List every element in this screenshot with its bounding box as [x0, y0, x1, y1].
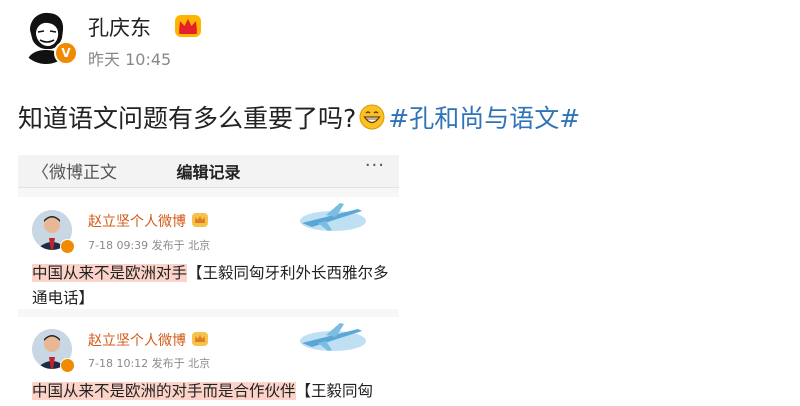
- grin-emoji-icon: [359, 104, 385, 130]
- card-author-name: 赵立坚个人微博: [88, 333, 186, 349]
- crown-icon[interactable]: [174, 12, 202, 38]
- screenshot-title: 编辑记录: [176, 163, 241, 182]
- card-meta: 7-18 10:12 发布于 北京: [88, 357, 211, 370]
- post-time: 昨天 10:45: [88, 50, 172, 69]
- verified-badge-icon: V: [54, 41, 78, 65]
- card-highlight: 中国从来不是欧洲的对手而是合作伙伴: [32, 382, 296, 400]
- author-name[interactable]: 孔庆东: [88, 12, 151, 42]
- card-text: 中国从来不是欧洲的对手而是合作伙伴【王毅同匈: [32, 379, 399, 404]
- card-verified-icon: [60, 239, 75, 254]
- post-text: 知道语文问题有多么重要了吗?: [18, 104, 357, 133]
- card-highlight: 中国从来不是欧洲对手: [32, 264, 188, 282]
- card-crown-icon: [192, 213, 208, 227]
- more-dots-icon: ···: [364, 155, 385, 176]
- card-meta: 7-18 09:39 发布于 北京: [88, 239, 211, 252]
- hashtag-link[interactable]: #孔和尚与语文#: [388, 104, 580, 133]
- plane-decoration-icon: [300, 323, 366, 351]
- edit-history-screenshot[interactable]: 〈微博正文 编辑记录 ··· 赵立坚个人微博 7-18 09:39 发布于 北京…: [18, 155, 399, 406]
- card-rest: 【王毅同匈: [295, 382, 374, 400]
- history-card-1: 赵立坚个人微博 7-18 09:39 发布于 北京 中国从来不是欧洲对手【王毅同…: [18, 197, 399, 309]
- plane-decoration-icon: [300, 203, 366, 231]
- post-content: 知道语文问题有多么重要了吗? #孔和尚与语文#: [18, 99, 580, 135]
- card-text: 中国从来不是欧洲对手【王毅同匈牙利外长西雅尔多通电话】: [32, 261, 392, 311]
- history-card-2: 赵立坚个人微博 7-18 10:12 发布于 北京 中国从来不是欧洲的对手而是合…: [18, 317, 399, 406]
- card-crown-icon: [192, 332, 208, 346]
- card-verified-icon: [60, 358, 75, 373]
- verified-badge-label: V: [61, 46, 71, 60]
- card-author-name: 赵立坚个人微博: [88, 214, 186, 230]
